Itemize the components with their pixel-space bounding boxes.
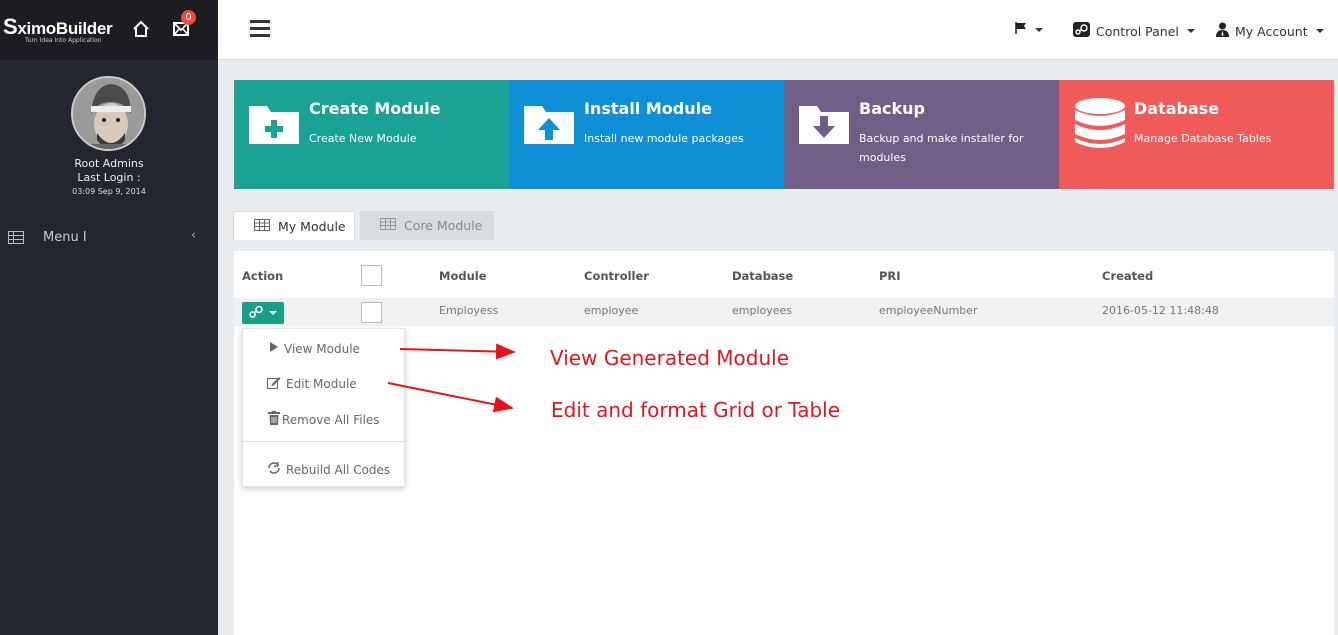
arrow-view	[399, 343, 516, 360]
arrow-edit	[387, 382, 514, 413]
annotation-edit-grid-table: Edit and format Grid or Table	[551, 398, 841, 422]
annotation-view-generated-module: View Generated Module	[550, 346, 790, 370]
annotation-arrows	[387, 343, 516, 413]
